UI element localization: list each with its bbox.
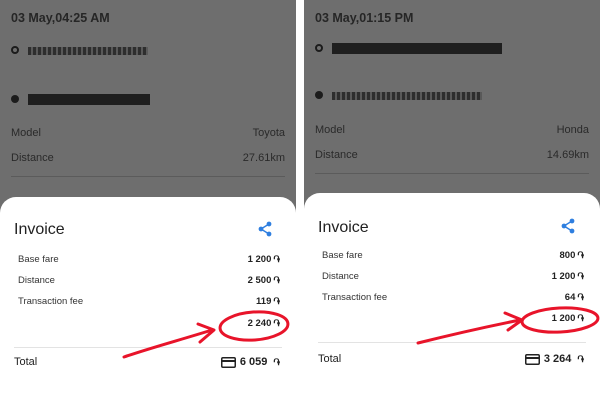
invoice-line-item: Transaction fee 64 ֏: [322, 292, 584, 304]
route-start-icon: [315, 44, 323, 52]
line-item-value: 1 200 ֏: [247, 254, 280, 265]
distance-label: Distance: [315, 149, 358, 161]
model-label: Model: [315, 124, 345, 136]
invoice-line-item: Distance 2 500 ֏: [18, 275, 280, 287]
route-end-icon: [11, 95, 19, 103]
card-icon: [524, 353, 540, 365]
line-item-value: 1 200 ֏: [551, 271, 584, 282]
invoice-line-item: Base fare 800 ֏: [322, 250, 584, 262]
distance-value: 14.69km: [546, 149, 589, 161]
invoice-line-item: Transaction fee 119 ֏: [18, 296, 280, 308]
trip-panel-right: 03 May,01:15 PM Model Honda Distance 14.…: [304, 0, 600, 400]
redacted-address: [28, 94, 150, 105]
total-value: 3 264 ֏: [524, 353, 584, 365]
route-end-icon: [315, 91, 323, 99]
card-icon: [220, 356, 236, 368]
invoice-sheet: Invoice Base fare 1 200 ֏ Distance 2 500 ֏…: [0, 197, 296, 400]
circled-value: 1 200 ֏: [551, 313, 584, 324]
line-item-label: Transaction fee: [18, 296, 84, 307]
line-item-label: Distance: [322, 271, 359, 282]
distance-label: Distance: [11, 152, 54, 164]
invoice-line-item: Distance 1 200 ֏: [322, 271, 584, 283]
invoice-title: Invoice: [318, 219, 369, 236]
total-value: 6 059 ֏: [220, 356, 280, 368]
invoice-line-item: Base fare 1 200 ֏: [18, 254, 280, 266]
invoice-title: Invoice: [14, 221, 65, 238]
route-pickup: [315, 43, 502, 55]
line-item-value: 2 500 ֏: [247, 275, 280, 286]
total-divider: [14, 347, 282, 348]
redacted-address: [332, 92, 482, 100]
divider: [11, 176, 285, 177]
model-label: Model: [11, 127, 41, 139]
model-value: Honda: [556, 124, 589, 136]
total-label: Total: [318, 353, 342, 365]
trip-datetime: 03 May,04:25 AM: [11, 11, 110, 25]
panel-gap: [296, 0, 304, 400]
model-value: Toyota: [252, 127, 285, 139]
line-item-label: Base fare: [18, 254, 59, 265]
total-label: Total: [14, 356, 38, 368]
route-dropoff: [11, 94, 181, 106]
redacted-address: [332, 43, 502, 54]
screenshot-composite: 03 May,04:25 AM Model Toyota Distance 27…: [0, 0, 600, 400]
route-dropoff: [315, 90, 485, 102]
circled-value: 2 240 ֏: [247, 318, 280, 329]
divider: [315, 173, 589, 174]
line-item-value: 119 ֏: [256, 296, 280, 307]
invoice-sheet: Invoice Base fare 800 ֏ Distance 1 200 ֏ T…: [304, 193, 600, 400]
total-divider: [318, 342, 586, 343]
invoice-subtotal: 2 240 ֏: [18, 318, 280, 330]
share-icon[interactable]: [257, 221, 273, 237]
line-item-label: Transaction fee: [322, 292, 388, 303]
line-item-value: 64 ֏: [564, 292, 584, 303]
invoice-subtotal: 1 200 ֏: [322, 313, 584, 325]
line-item-value: 800 ֏: [559, 250, 584, 261]
share-icon[interactable]: [560, 218, 576, 234]
redacted-address: [28, 47, 148, 55]
distance-value: 27.61km: [242, 152, 285, 164]
line-item-label: Distance: [18, 275, 55, 286]
route-pickup: [11, 45, 181, 57]
line-item-label: Base fare: [322, 250, 363, 261]
route-start-icon: [11, 46, 19, 54]
trip-datetime: 03 May,01:15 PM: [315, 11, 414, 25]
trip-panel-left: 03 May,04:25 AM Model Toyota Distance 27…: [0, 0, 296, 400]
